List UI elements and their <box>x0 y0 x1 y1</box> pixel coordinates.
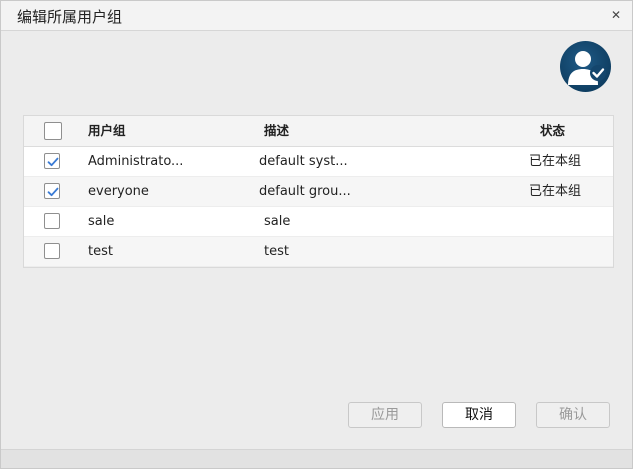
dialog-titlebar: 编辑所属用户组 ✕ <box>1 1 632 31</box>
edit-user-groups-dialog: 编辑所属用户组 ✕ 用户组 描述 状态 Administrato... defa… <box>0 0 633 469</box>
row-status: 已在本组 <box>529 154 582 169</box>
row-group: everyone <box>88 184 149 199</box>
check-icon <box>47 157 59 167</box>
row-status: 已在本组 <box>529 184 582 199</box>
table-row[interactable]: Administrato... default syst... 已在本组 <box>24 147 613 177</box>
row-checkbox[interactable] <box>44 243 60 259</box>
user-check-icon <box>560 41 611 92</box>
header-description: 描述 <box>264 123 290 138</box>
confirm-button[interactable]: 确认 <box>536 402 610 428</box>
close-icon[interactable]: ✕ <box>609 8 623 22</box>
row-group: sale <box>88 214 115 229</box>
header-group: 用户组 <box>88 123 126 138</box>
table-row[interactable]: sale sale <box>24 207 613 237</box>
check-icon <box>47 187 59 197</box>
select-all-checkbox[interactable] <box>44 122 62 140</box>
header-status: 状态 <box>540 123 566 138</box>
row-group: test <box>88 244 113 259</box>
apply-button[interactable]: 应用 <box>348 402 422 428</box>
table-row[interactable]: everyone default grou... 已在本组 <box>24 177 613 207</box>
cancel-button[interactable]: 取消 <box>442 402 516 428</box>
row-description: sale <box>264 214 291 229</box>
row-checkbox-checked[interactable] <box>44 183 60 199</box>
row-group: Administrato... <box>88 154 184 169</box>
row-checkbox-checked[interactable] <box>44 153 60 169</box>
user-group-table: 用户组 描述 状态 Administrato... default syst..… <box>23 115 614 268</box>
table-header: 用户组 描述 状态 <box>24 116 613 147</box>
table-row[interactable]: test test <box>24 237 613 267</box>
dialog-footer-bar <box>1 449 632 468</box>
row-description: default syst... <box>259 154 348 169</box>
row-description: test <box>264 244 289 259</box>
row-checkbox[interactable] <box>44 213 60 229</box>
dialog-title: 编辑所属用户组 <box>17 8 123 26</box>
row-description: default grou... <box>259 184 351 199</box>
